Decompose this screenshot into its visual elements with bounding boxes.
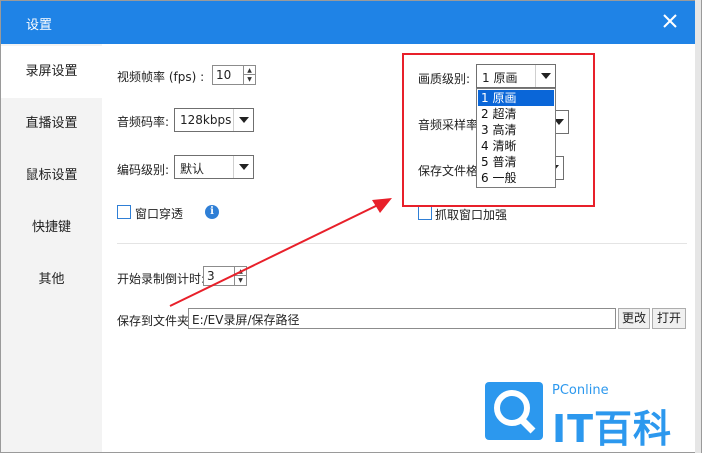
pconline-logo-icon	[485, 382, 543, 440]
watermark-brand: PConline	[552, 383, 609, 398]
watermark-name: IT百科	[552, 407, 673, 451]
